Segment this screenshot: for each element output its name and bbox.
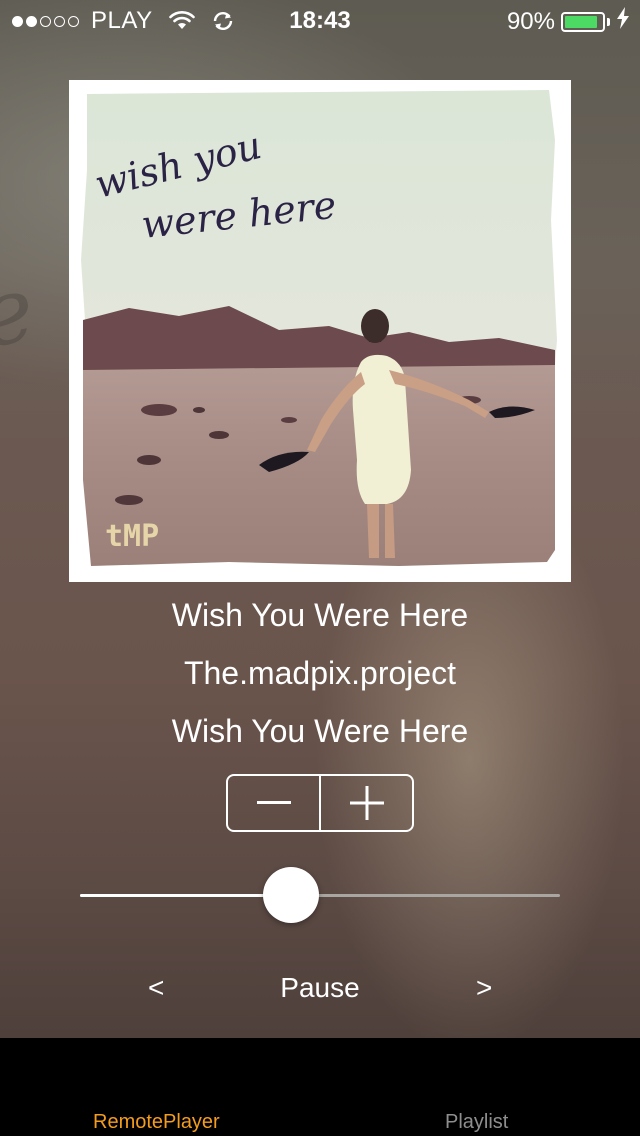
volume-down-button[interactable] [228, 776, 319, 830]
pause-button[interactable]: Pause [0, 972, 640, 1004]
track-album: Wish You Were Here [171, 713, 469, 749]
minus-icon [256, 801, 291, 804]
album-cover-image: wish you were here tMP [81, 90, 557, 566]
slider-thumb[interactable] [263, 867, 320, 923]
cover-logo: tMP [105, 519, 159, 554]
seek-slider[interactable] [80, 866, 560, 926]
tab-remoteplayer[interactable]: RemotePlayer [93, 1111, 220, 1134]
charging-bolt-icon [616, 7, 630, 36]
slider-fill [80, 894, 292, 897]
tab-playlist[interactable]: Playlist [445, 1111, 508, 1134]
volume-stepper [226, 774, 414, 832]
battery-fill [565, 15, 598, 28]
track-artist: The.madpix.project [183, 655, 457, 691]
track-title: Wish You Were Here [171, 597, 469, 633]
playback-controls: < Pause > [0, 972, 640, 1012]
plus-icon [349, 786, 384, 820]
album-artwork: wish you were here tMP [69, 80, 571, 582]
battery-percent: 90% [506, 7, 555, 35]
battery-tip [607, 17, 610, 26]
battery-icon [561, 11, 605, 32]
volume-up-button[interactable] [321, 776, 412, 830]
status-bar: PLAY 18:43 90% [0, 0, 640, 40]
status-bar-right: 90% [507, 7, 630, 36]
tab-bar: RemotePlayer Playlist [0, 1038, 640, 1136]
next-button[interactable]: > [476, 972, 492, 1004]
